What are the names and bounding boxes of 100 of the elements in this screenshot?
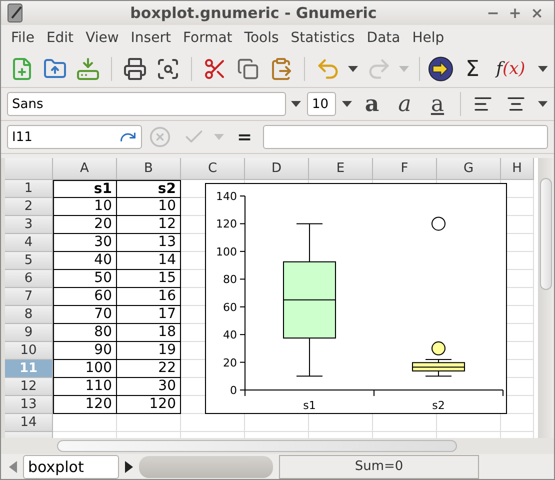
tick-label: 140 [216, 190, 237, 203]
row-header[interactable]: 7 [5, 288, 53, 306]
row-header[interactable]: 9 [5, 324, 53, 342]
menu-item[interactable]: Statistics [284, 30, 361, 46]
bold-button[interactable]: a [358, 90, 386, 118]
tick-label: 80 [223, 273, 237, 286]
table-cell: 10 [53, 198, 117, 216]
row-header[interactable]: 3 [5, 216, 53, 234]
menu-item[interactable]: File [5, 30, 40, 46]
table-cell [53, 414, 117, 432]
outlier-marker [432, 216, 446, 231]
table-cell: 14 [117, 252, 181, 270]
caret-icon[interactable] [538, 66, 548, 72]
tab-scroller[interactable] [139, 456, 273, 478]
row-header[interactable]: 8 [5, 306, 53, 324]
tick-label: 40 [223, 328, 237, 342]
table-cell [117, 414, 181, 432]
table-cell: 90 [53, 342, 117, 360]
row-header[interactable]: 10 [5, 342, 53, 360]
cell-reference-field[interactable]: I11 [7, 125, 142, 149]
table-cell: 16 [117, 288, 181, 306]
cell-reference: I11 [12, 130, 32, 144]
table-cell: 40 [53, 252, 117, 270]
category-label: s1 [303, 399, 316, 412]
equals-button[interactable]: = [230, 123, 260, 151]
row-header[interactable]: 5 [5, 252, 53, 270]
tick-label: 100 [216, 245, 237, 258]
row-header[interactable]: 2 [5, 198, 53, 216]
table-cell: 120 [53, 396, 117, 414]
outlier-marker [432, 341, 446, 356]
whisker [425, 370, 452, 377]
corner-header[interactable] [5, 158, 53, 180]
table-cell: 80 [53, 324, 117, 342]
tick-label: 60 [223, 300, 237, 314]
table-cell: 22 [117, 360, 181, 378]
table-cell: 10 [117, 198, 181, 216]
menu-item[interactable]: Tools [238, 30, 285, 46]
window-control[interactable]: − [482, 4, 504, 22]
menu-item[interactable]: Format [176, 30, 238, 46]
whisker [425, 359, 452, 364]
sheet-tab[interactable]: boxplot [23, 454, 119, 478]
table-cell: 120 [117, 396, 181, 414]
font-name-field[interactable]: Sans [7, 92, 286, 116]
row-header[interactable]: 1 [5, 180, 53, 198]
row-header[interactable]: 4 [5, 234, 53, 252]
table-cell: 15 [117, 270, 181, 288]
table-cell: 70 [53, 306, 117, 324]
status-sum: Sum=0 [279, 454, 479, 478]
column-header[interactable]: D [245, 158, 309, 180]
scroll-thumb[interactable] [57, 440, 457, 452]
formula-input[interactable] [263, 125, 548, 149]
window-title: boxplot.gnumeric - Gnumeric [129, 4, 378, 22]
vertical-scrollbar[interactable] [538, 158, 554, 438]
table-cell: s2 [117, 180, 181, 198]
underline-button[interactable]: a [423, 90, 452, 118]
table-cell: 20 [53, 216, 117, 234]
caret-icon[interactable] [348, 66, 358, 72]
table-cell: 30 [53, 234, 117, 252]
column-header[interactable]: H [501, 158, 534, 180]
caret-icon[interactable] [538, 101, 548, 107]
window-control[interactable]: + [504, 4, 526, 22]
column-header[interactable]: E [309, 158, 373, 180]
column-header[interactable]: A [53, 158, 117, 180]
window-control[interactable]: × [526, 4, 548, 22]
tick-label: 20 [223, 356, 237, 370]
row-header[interactable]: 13 [5, 396, 53, 414]
function-button[interactable]: f(x) [491, 55, 530, 83]
table-cell: 18 [117, 324, 181, 342]
column-header[interactable]: G [437, 158, 501, 180]
goto-icon[interactable] [428, 56, 454, 82]
italic-button[interactable]: a [390, 90, 420, 118]
left-arrow-icon[interactable] [9, 460, 17, 472]
column-header[interactable]: F [373, 158, 437, 180]
caret-icon[interactable] [291, 101, 302, 107]
row-header[interactable]: 14 [5, 414, 53, 432]
table-cell: 100 [53, 360, 117, 378]
column-header[interactable]: C [181, 158, 245, 180]
tick-label: 0 [230, 384, 237, 397]
tick-label: 120 [216, 218, 237, 231]
menu-item[interactable]: Help [406, 30, 450, 46]
app-icon [7, 3, 25, 23]
font-size-field[interactable]: 10 [306, 92, 336, 116]
menu-item[interactable]: Insert [124, 30, 177, 46]
table-cell: 13 [117, 234, 181, 252]
table-cell: 110 [53, 378, 117, 396]
row-header[interactable]: 12 [5, 378, 53, 396]
table-cell: 17 [117, 306, 181, 324]
table-cell: 12 [117, 216, 181, 234]
menu-item[interactable]: Edit [40, 30, 80, 46]
right-arrow-icon[interactable] [125, 460, 133, 472]
sum-button[interactable]: Σ [458, 55, 488, 83]
horizontal-scrollbar[interactable] [1, 438, 554, 454]
menu-item[interactable]: Data [360, 30, 406, 46]
table-cell: s1 [53, 180, 117, 198]
caret-icon[interactable] [342, 101, 352, 107]
row-header[interactable]: 6 [5, 270, 53, 288]
menu-item[interactable]: View [80, 30, 125, 46]
table-cell: 30 [117, 378, 181, 396]
column-header[interactable]: B [117, 158, 181, 180]
scroll-thumb[interactable] [540, 178, 552, 290]
